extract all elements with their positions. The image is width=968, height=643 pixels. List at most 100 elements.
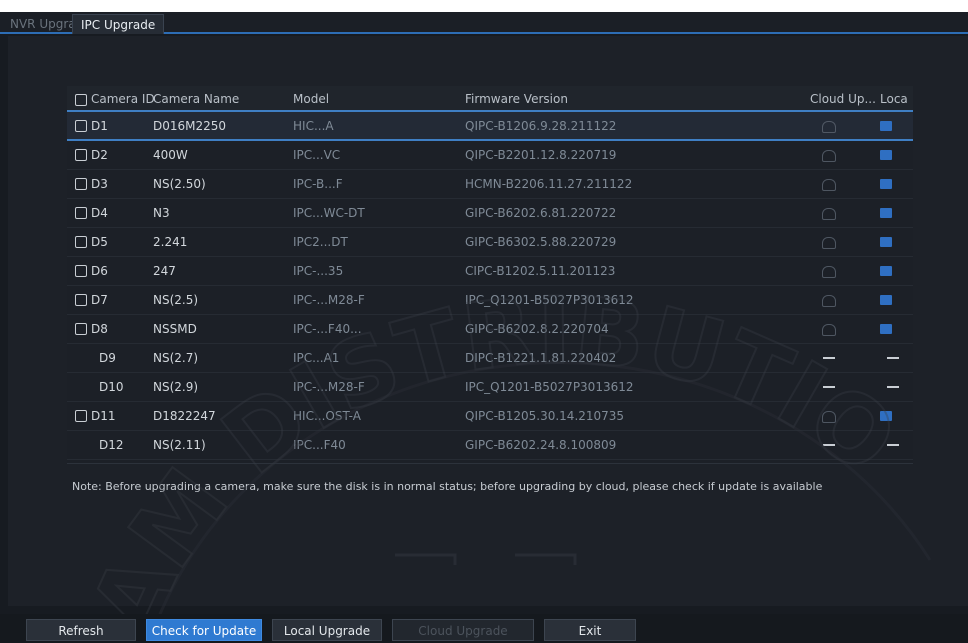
local-upgrade-button[interactable]: Local Upgrade	[272, 619, 382, 641]
tab-bar: NVR Upgrade IPC Upgrade	[0, 12, 968, 34]
cloud-unavailable-dash	[823, 386, 835, 388]
local-upgrade-icon[interactable]	[880, 411, 892, 421]
table-row[interactable]: D5 2.241 IPC2...DT GIPC-B6302.5.88.220729	[67, 228, 913, 257]
cloud-upgrade-button[interactable]: Cloud Upgrade	[392, 619, 534, 641]
button-bar: Refresh Check for Update Local Upgrade C…	[0, 614, 968, 643]
table-row[interactable]: D1 D016M2250 HIC...A QIPC-B1206.9.28.211122	[67, 112, 913, 141]
row-checkbox[interactable]	[75, 323, 87, 335]
camera-name: NS(2.9)	[153, 380, 199, 394]
table-row[interactable]: D12 NS(2.11) IPC...F40 GIPC-B6202.24.8.1008…	[67, 431, 913, 460]
camera-id: D10	[99, 380, 124, 394]
select-all-checkbox[interactable]	[75, 94, 87, 106]
camera-model: IPC2...DT	[293, 235, 348, 249]
table-row[interactable]: D6 247 IPC-...35 CIPC-B1202.5.11.201123	[67, 257, 913, 286]
local-upgrade-icon[interactable]	[880, 121, 892, 131]
camera-model: IPC...F40	[293, 438, 346, 452]
table-row[interactable]: D3 NS(2.50) IPC-B...F HCMN-B2206.11.27.2111…	[67, 170, 913, 199]
camera-table: Camera ID Camera Name Model Firmware Ver…	[67, 86, 913, 464]
ipc-upgrade-panel: Camera ID Camera Name Model Firmware Ver…	[8, 36, 968, 606]
header-cloud-upgrade[interactable]: Cloud Up...	[810, 92, 876, 106]
table-row[interactable]: D4 N3 IPC...WC-DT GIPC-B6202.6.81.220722	[67, 199, 913, 228]
camera-id: D1	[91, 119, 108, 133]
local-upgrade-icon[interactable]	[880, 295, 892, 305]
cloud-unavailable-dash	[823, 357, 835, 359]
camera-model: HIC...A	[293, 119, 334, 133]
firmware-version: QIPC-B1206.9.28.211122	[465, 119, 617, 133]
table-row[interactable]: D7 NS(2.5) IPC-...M28-F IPC_Q1201-B5027P301…	[67, 286, 913, 315]
exit-button[interactable]: Exit	[544, 619, 636, 641]
firmware-version: DIPC-B1221.1.81.220402	[465, 351, 617, 365]
header-camera-name[interactable]: Camera Name	[153, 92, 239, 106]
refresh-button[interactable]: Refresh	[26, 619, 136, 641]
row-checkbox[interactable]	[75, 236, 87, 248]
upgrade-note: Note: Before upgrading a camera, make su…	[72, 480, 823, 493]
firmware-version: QIPC-B2201.12.8.220719	[465, 148, 617, 162]
cloud-upgrade-icon[interactable]	[822, 150, 836, 162]
firmware-version: CIPC-B1202.5.11.201123	[465, 264, 616, 278]
table-row[interactable]: D11 D1822247 HIC...OST-A QIPC-B1205.30.14.2…	[67, 402, 913, 431]
cloud-upgrade-icon[interactable]	[822, 295, 836, 307]
local-upgrade-icon[interactable]	[880, 208, 892, 218]
row-checkbox[interactable]	[75, 149, 87, 161]
firmware-version: GIPC-B6202.6.81.220722	[465, 206, 617, 220]
tab-ipc-upgrade[interactable]: IPC Upgrade	[72, 14, 165, 34]
camera-model: IPC-...M28-F	[293, 293, 365, 307]
table-row[interactable]: D10 NS(2.9) IPC-...M28-F IPC_Q1201-B5027P30…	[67, 373, 913, 402]
camera-name: NS(2.5)	[153, 293, 199, 307]
camera-id: D3	[91, 177, 108, 191]
camera-id: D9	[99, 351, 116, 365]
cloud-upgrade-icon[interactable]	[822, 179, 836, 191]
camera-model: IPC...WC-DT	[293, 206, 365, 220]
local-upgrade-icon[interactable]	[880, 150, 892, 160]
cloud-unavailable-dash	[823, 444, 835, 446]
header-camera-id[interactable]: Camera ID	[91, 92, 155, 106]
camera-model: IPC-...F40...	[293, 322, 362, 336]
camera-name: NSSMD	[153, 322, 197, 336]
table-row[interactable]: D2 400W IPC...VC QIPC-B2201.12.8.220719	[67, 141, 913, 170]
row-checkbox[interactable]	[75, 265, 87, 277]
row-checkbox[interactable]	[75, 120, 87, 132]
camera-name: D1822247	[153, 409, 216, 423]
camera-name: 400W	[153, 148, 188, 162]
firmware-version: QIPC-B1205.30.14.210735	[465, 409, 625, 423]
header-model[interactable]: Model	[293, 92, 329, 106]
cloud-upgrade-icon[interactable]	[822, 237, 836, 249]
cloud-upgrade-icon[interactable]	[822, 411, 836, 423]
camera-name: NS(2.50)	[153, 177, 206, 191]
camera-name: N3	[153, 206, 170, 220]
camera-name: NS(2.11)	[153, 438, 206, 452]
header-local-upgrade[interactable]: Loca	[880, 92, 908, 106]
camera-name: D016M2250	[153, 119, 227, 133]
camera-id: D12	[99, 438, 124, 452]
local-unavailable-dash	[887, 444, 899, 446]
camera-id: D2	[91, 148, 108, 162]
camera-id: D7	[91, 293, 108, 307]
row-checkbox[interactable]	[75, 178, 87, 190]
row-checkbox[interactable]	[75, 207, 87, 219]
camera-id: D11	[91, 409, 116, 423]
firmware-version: IPC_Q1201-B5027P3013612	[465, 293, 634, 307]
cloud-upgrade-icon[interactable]	[822, 324, 836, 336]
local-upgrade-icon[interactable]	[880, 324, 892, 334]
camera-id: D5	[91, 235, 108, 249]
cloud-upgrade-icon[interactable]	[822, 266, 836, 278]
table-header: Camera ID Camera Name Model Firmware Ver…	[67, 86, 913, 112]
firmware-version: GIPC-B6202.8.2.220704	[465, 322, 609, 336]
table-row[interactable]: D8 NSSMD IPC-...F40... GIPC-B6202.8.2.22070…	[67, 315, 913, 344]
row-checkbox[interactable]	[75, 294, 87, 306]
header-firmware-version[interactable]: Firmware Version	[465, 92, 568, 106]
local-upgrade-icon[interactable]	[880, 237, 892, 247]
check-for-update-button[interactable]: Check for Update	[146, 619, 262, 641]
cloud-upgrade-icon[interactable]	[822, 208, 836, 220]
cloud-upgrade-icon[interactable]	[822, 121, 836, 133]
firmware-version: GIPC-B6202.24.8.100809	[465, 438, 617, 452]
local-upgrade-icon[interactable]	[880, 179, 892, 189]
camera-id: D4	[91, 206, 108, 220]
camera-model: IPC-...35	[293, 264, 344, 278]
camera-id: D8	[91, 322, 108, 336]
row-checkbox[interactable]	[75, 410, 87, 422]
camera-model: IPC...VC	[293, 148, 341, 162]
table-row[interactable]: D9 NS(2.7) IPC...A1 DIPC-B1221.1.81.220402	[67, 344, 913, 373]
local-upgrade-icon[interactable]	[880, 266, 892, 276]
firmware-version: GIPC-B6302.5.88.220729	[465, 235, 617, 249]
